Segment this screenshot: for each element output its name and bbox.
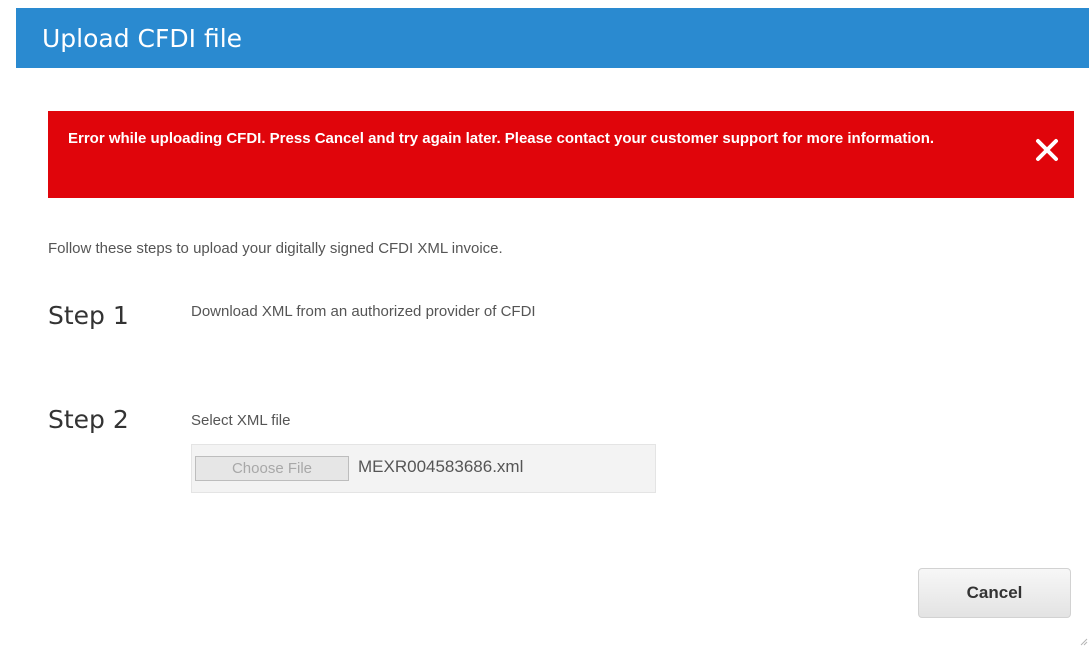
cancel-button[interactable]: Cancel — [918, 568, 1071, 618]
close-icon[interactable] — [1034, 137, 1060, 163]
step-1-label: Step 1 — [48, 301, 129, 330]
step-2-label: Step 2 — [48, 405, 129, 434]
resize-grip-icon[interactable] — [1080, 638, 1088, 646]
choose-file-button[interactable]: Choose File — [195, 456, 349, 481]
selected-file-name: MEXR004583686.xml — [358, 457, 524, 476]
error-message: Error while uploading CFDI. Press Cancel… — [68, 130, 935, 147]
step-2-description: Select XML file — [191, 412, 291, 429]
dialog-title: Upload CFDI file — [42, 23, 243, 53]
dialog-header: Upload CFDI file — [16, 8, 1089, 68]
intro-text: Follow these steps to upload your digita… — [48, 240, 503, 257]
step-1-description: Download XML from an authorized provider… — [191, 303, 536, 320]
upload-cfdi-dialog: Upload CFDI file Error while uploading C… — [0, 0, 1089, 649]
error-banner: Error while uploading CFDI. Press Cancel… — [48, 111, 1074, 198]
file-input[interactable]: Choose File MEXR004583686.xml — [191, 444, 656, 493]
